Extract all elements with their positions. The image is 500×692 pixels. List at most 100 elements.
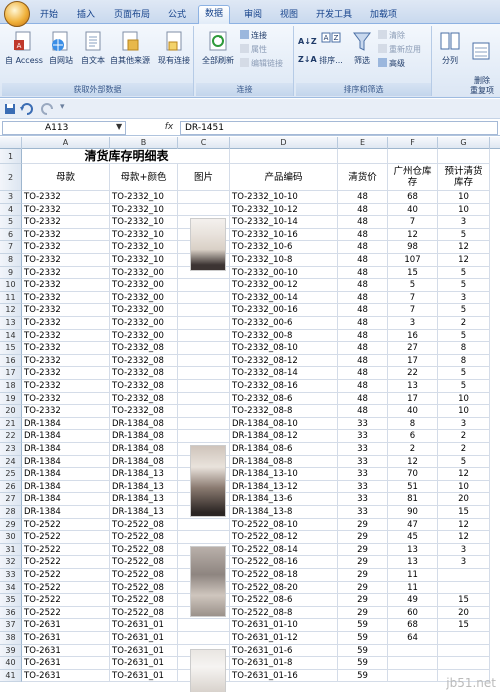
row-header[interactable]: 21 — [0, 417, 22, 431]
cell-clearance-price[interactable]: 33 — [338, 506, 388, 519]
customize-qat-icon[interactable]: ▾ — [60, 102, 65, 112]
cell-gz-stock[interactable]: 60 — [388, 606, 438, 620]
cell-product-code[interactable]: TO-2332_08-6 — [230, 392, 338, 406]
cell-style-color[interactable]: DR-1384_13 — [110, 506, 178, 519]
cell-gz-stock[interactable] — [388, 644, 438, 658]
cell-mother-style[interactable]: DR-1384 — [22, 506, 110, 519]
cell-gz-stock[interactable]: 17 — [388, 392, 438, 406]
cell-mother-style[interactable]: TO-2631 — [22, 644, 110, 658]
filter-button[interactable]: 筛选 — [348, 30, 376, 66]
cell-style-color[interactable]: TO-2631_01 — [110, 632, 178, 645]
tab-review[interactable]: 审阅 — [238, 7, 268, 24]
cell-expected-clearance[interactable]: 10 — [438, 191, 490, 204]
cell-mother-style[interactable]: TO-2332 — [22, 304, 110, 317]
cell-style-color[interactable]: TO-2522_08 — [110, 543, 178, 557]
row-header[interactable]: 6 — [0, 228, 22, 242]
cell-mother-style[interactable]: TO-2332 — [22, 405, 110, 418]
office-button[interactable] — [4, 1, 30, 27]
row-header[interactable]: 11 — [0, 291, 22, 305]
cell-style-color[interactable]: TO-2522_08 — [110, 594, 178, 607]
connections-button[interactable]: 连接 — [240, 30, 267, 42]
cell-image[interactable] — [178, 354, 230, 368]
row-header[interactable]: 16 — [0, 354, 22, 368]
cell-expected-clearance[interactable]: 5 — [438, 380, 490, 393]
cell-product-code[interactable]: TO-2522_08-16 — [230, 556, 338, 569]
cell-product-code[interactable]: TO-2332_00-6 — [230, 317, 338, 330]
cell-style-color[interactable]: TO-2332_10 — [110, 241, 178, 254]
edit-links-button[interactable]: 编辑链接 — [240, 58, 283, 70]
cell-expected-clearance[interactable] — [438, 569, 490, 582]
cell-product-code[interactable]: TO-2332_00-12 — [230, 279, 338, 292]
column-header-e[interactable]: E — [338, 137, 388, 149]
cell-expected-clearance[interactable]: 3 — [438, 291, 490, 305]
cell-clearance-price[interactable]: 33 — [338, 493, 388, 506]
cell-product-code[interactable]: TO-2522_08-6 — [230, 594, 338, 607]
cell-style-color[interactable]: TO-2522_08 — [110, 606, 178, 620]
cell-expected-clearance[interactable] — [438, 581, 490, 595]
cell-clearance-price[interactable]: 48 — [338, 241, 388, 254]
cell-clearance-price[interactable]: 48 — [338, 254, 388, 267]
cell-image[interactable] — [178, 304, 230, 317]
row-header[interactable]: 4 — [0, 203, 22, 217]
cell-gz-stock[interactable]: 2 — [388, 443, 438, 456]
column-header-c[interactable]: C — [178, 137, 230, 149]
cell-expected-clearance[interactable]: 10 — [438, 203, 490, 217]
cell-product-code[interactable]: TO-2332_00-14 — [230, 291, 338, 305]
cell-product-code[interactable]: TO-2522_08-14 — [230, 543, 338, 557]
cell-product-code[interactable]: DR-1384_13-8 — [230, 506, 338, 519]
cell-product-code[interactable]: DR-1384_13-6 — [230, 493, 338, 506]
cell-product-code[interactable]: TO-2631_01-12 — [230, 632, 338, 645]
cell-clearance-price[interactable]: 59 — [338, 632, 388, 645]
from-text-button[interactable]: 自文本 — [78, 30, 108, 66]
cell-clearance-price[interactable]: 33 — [338, 430, 388, 443]
cell-gz-stock[interactable]: 68 — [388, 191, 438, 204]
cell-expected-clearance[interactable]: 10 — [438, 480, 490, 494]
column-title-expected-clearance[interactable]: 预计清货库存 — [438, 164, 490, 191]
cell-gz-stock[interactable] — [388, 669, 438, 683]
cell-mother-style[interactable]: TO-2332 — [22, 254, 110, 267]
cell-gz-stock[interactable] — [388, 657, 438, 670]
cell-gz-stock[interactable]: 40 — [388, 203, 438, 217]
cell-image[interactable] — [178, 291, 230, 305]
cell-mother-style[interactable]: TO-2522 — [22, 531, 110, 544]
cell-mother-style[interactable]: TO-2332 — [22, 392, 110, 406]
row-header[interactable]: 12 — [0, 304, 22, 317]
cell-expected-clearance[interactable]: 8 — [438, 354, 490, 368]
cell-clearance-price[interactable]: 48 — [338, 279, 388, 292]
cell-gz-stock[interactable]: 3 — [388, 317, 438, 330]
cell-expected-clearance[interactable]: 20 — [438, 493, 490, 506]
cell-expected-clearance[interactable]: 5 — [438, 329, 490, 343]
cell-clearance-price[interactable]: 33 — [338, 417, 388, 431]
cell-gz-stock[interactable]: 22 — [388, 367, 438, 380]
cell-style-color[interactable]: TO-2332_00 — [110, 304, 178, 317]
cell-product-code[interactable]: TO-2631_01-8 — [230, 657, 338, 670]
cell-mother-style[interactable]: TO-2522 — [22, 594, 110, 607]
cell-clearance-price[interactable]: 33 — [338, 480, 388, 494]
row-header[interactable]: 29 — [0, 518, 22, 532]
cell-clearance-price[interactable]: 33 — [338, 455, 388, 469]
cell-expected-clearance[interactable]: 10 — [438, 392, 490, 406]
cell-expected-clearance[interactable]: 5 — [438, 266, 490, 280]
cell-mother-style[interactable]: TO-2522 — [22, 581, 110, 595]
cell-product-code[interactable]: TO-2332_10-10 — [230, 191, 338, 204]
cell-mother-style[interactable]: TO-2332 — [22, 241, 110, 254]
existing-connections-button[interactable]: 现有连接 — [156, 30, 192, 66]
cell-product-code[interactable]: DR-1384_13-12 — [230, 480, 338, 494]
column-title-gz-stock[interactable]: 广州仓库存 — [388, 164, 438, 191]
cell-clearance-price[interactable]: 59 — [338, 619, 388, 632]
cell-clearance-price[interactable]: 59 — [338, 669, 388, 683]
cell-mother-style[interactable]: DR-1384 — [22, 493, 110, 506]
cell-gz-stock[interactable]: 7 — [388, 304, 438, 317]
cell-product-code[interactable]: DR-1384_08-12 — [230, 430, 338, 443]
column-title-mother-style[interactable]: 母款 — [22, 164, 110, 191]
cell-image[interactable] — [178, 632, 230, 645]
cell-gz-stock[interactable]: 7 — [388, 216, 438, 229]
cell-expected-clearance[interactable]: 5 — [438, 228, 490, 242]
tab-view[interactable]: 视图 — [274, 7, 304, 24]
cell-mother-style[interactable]: TO-2332 — [22, 279, 110, 292]
row-header[interactable]: 20 — [0, 405, 22, 418]
text-to-columns-button[interactable]: 分列 — [436, 30, 464, 66]
row-header[interactable]: 2 — [0, 164, 22, 191]
cell-image[interactable] — [178, 405, 230, 418]
cell-mother-style[interactable]: DR-1384 — [22, 417, 110, 431]
